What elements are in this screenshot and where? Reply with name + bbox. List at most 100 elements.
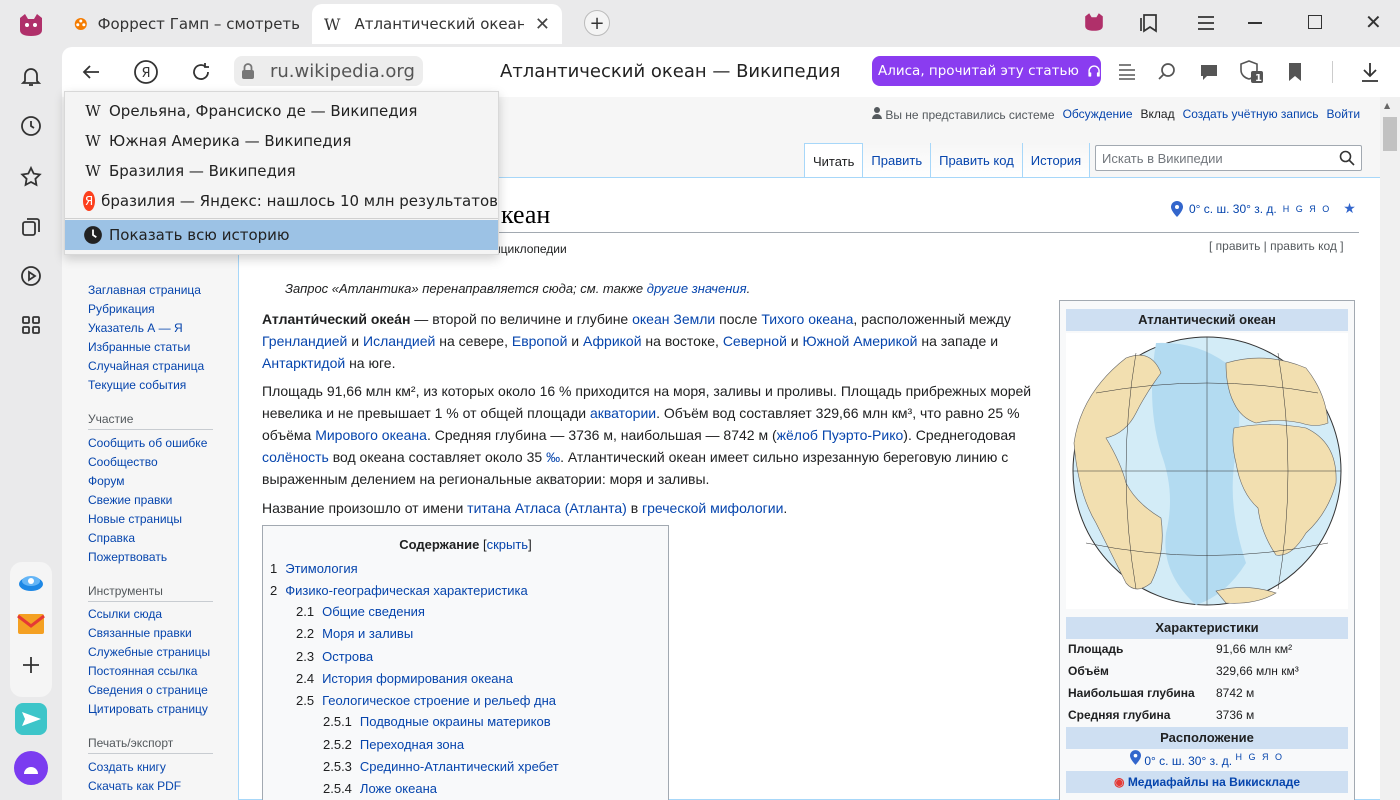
search-page-icon[interactable] [1150,55,1184,89]
wiki-search-input[interactable]: Искать в Википедии [1095,145,1362,171]
nav-recent-changes[interactable]: Свежие правки [88,493,172,507]
toc-item[interactable]: 2.5.2 Переходная зона [323,737,464,752]
apps-grid-icon[interactable] [12,306,50,344]
section-edit-links[interactable]: [ править | править код ] [1209,239,1344,253]
back-arrow-icon[interactable] [74,55,108,89]
notifications-bell-icon[interactable] [12,57,50,95]
mail-icon[interactable] [12,605,50,643]
nav-what-links-here[interactable]: Ссылки сюда [88,607,162,621]
nav-index[interactable]: Указатель А — Я [88,321,183,335]
collections-icon[interactable] [12,208,50,246]
nav-download-pdf[interactable]: Скачать как PDF [88,779,181,793]
profile-avatar-icon[interactable] [1082,10,1110,38]
tab-history[interactable]: История [1022,143,1091,177]
yandex-favicon-icon: Я [83,191,96,211]
nav-divider [88,753,213,754]
toc-item[interactable]: 2.5 Геологическое строение и рельеф дна [296,693,556,708]
nav-create-book[interactable]: Создать книгу [88,760,166,774]
article-body: кеан нциклопедии 0° с. ш. 30° з. д. H G … [238,177,1380,800]
nav-community[interactable]: Сообщество [88,455,158,469]
history-item[interactable]: W Орельяна, Франсиско де — Википедия [65,96,498,126]
greek-myth-link[interactable]: греческой мифологии [642,500,783,516]
toc-item[interactable]: 2.1 Общие сведения [296,604,425,619]
nav-cite-page[interactable]: Цитировать страницу [88,702,208,716]
tab-forrest-gump[interactable]: Форрест Гамп – смотреть [62,4,312,44]
coordinates-link[interactable]: 0° с. ш. 30° з. д. [1189,202,1277,216]
contributions-link[interactable]: Вклад [1141,107,1175,122]
toc-item[interactable]: 2.3 Острова [296,649,373,664]
lock-icon[interactable] [240,62,256,80]
toc-item[interactable]: 2.4 История формирования океана [296,671,513,686]
infobox-coordinates: 0° с. ш. 30° з. д. H G Я O [1066,750,1348,768]
nav-main-page[interactable]: Заглавная страница [88,283,201,297]
infobox-row: Наибольшая глубина 8742 м [1068,686,1255,700]
create-account-link[interactable]: Создать учётную запись [1183,107,1319,122]
nav-forum[interactable]: Форум [88,474,124,488]
tab-edit[interactable]: Править [863,143,932,177]
login-link[interactable]: Войти [1327,107,1361,122]
alice-read-article-button[interactable]: Алиса, прочитай эту статью [872,56,1101,86]
atlas-link[interactable]: титана Атласа (Атланта) [467,500,627,516]
reload-icon[interactable] [184,55,218,89]
personal-tools: Вы не представились системе Обсуждение В… [872,107,1360,122]
nav-print-heading: Печать/экспорт [88,736,174,750]
commons-media-link[interactable]: ◉ Медиафайлы на Викискладе [1066,771,1348,793]
toc-item[interactable]: 2.2 Моря и заливы [296,626,413,641]
nav-new-pages[interactable]: Новые страницы [88,512,182,526]
menu-hamburger-icon[interactable] [1196,14,1216,36]
toc-hide-link[interactable]: скрыть [487,537,529,552]
history-item[interactable]: W Бразилия — Википедия [65,156,498,186]
chat-comment-icon[interactable] [1192,55,1226,89]
scroll-up-arrow-icon[interactable]: ▲ [1384,101,1390,110]
nav-report-error[interactable]: Сообщить об ошибке [88,436,207,450]
toc-item[interactable]: 2.5.4 Ложе океана [323,781,437,796]
talk-link[interactable]: Обсуждение [1063,107,1133,122]
reader-mode-icon[interactable] [1110,55,1144,89]
tab-read[interactable]: Читать [804,143,864,178]
protect-shield-icon[interactable]: 1 [1234,55,1268,89]
tab-close-icon[interactable]: ✕ [535,14,550,35]
toc-item[interactable]: 2 Физико-географическая характеристика [270,583,528,598]
maximize-window-icon[interactable] [1308,15,1322,29]
history-item[interactable]: Ябразилия — Яндекс: нашлось 10 млн резул… [65,186,498,216]
show-all-history-item[interactable]: Показать всю историю [65,220,498,250]
toc-item[interactable]: 2.5.3 Срединно-Атлантический хребет [323,759,559,774]
infobox-map[interactable] [1066,333,1348,609]
tab-edit-code[interactable]: Править код [931,143,1023,177]
nav-categories[interactable]: Рубрикация [88,302,155,316]
add-app-plus-icon[interactable] [12,646,50,684]
history-item[interactable]: W Южная Америка — Википедия [65,126,498,156]
video-play-icon[interactable] [12,257,50,295]
nav-related-changes[interactable]: Связанные правки [88,626,192,640]
alice-assistant-icon[interactable] [12,749,50,787]
bookmarks-star-icon[interactable] [12,158,50,196]
nav-special-pages[interactable]: Служебные страницы [88,645,210,659]
toc-item[interactable]: 2.5.1 Подводные окраины материков [323,714,551,729]
yandex-disk-icon[interactable] [12,564,50,602]
nav-help[interactable]: Справка [88,531,135,545]
nav-page-info[interactable]: Сведения о странице [88,683,208,697]
address-bar[interactable]: ru.wikipedia.org [234,56,423,86]
messenger-icon[interactable] [12,700,50,738]
tab-manager-icon[interactable] [1138,12,1160,38]
dropdown-divider [65,218,498,219]
disambiguation-link[interactable]: другие значения [647,281,747,296]
nav-donate[interactable]: Пожертвовать [88,550,167,564]
nav-current-events[interactable]: Текущие события [88,378,186,392]
new-tab-plus-icon[interactable]: + [584,10,610,36]
minimize-window-icon[interactable] [1248,22,1262,24]
search-icon[interactable] [1339,150,1355,166]
toc-item[interactable]: 1 Этимология [270,561,358,576]
bookmark-icon[interactable] [1278,55,1312,89]
close-window-icon[interactable]: ✕ [1365,10,1382,34]
downloads-icon[interactable] [1353,55,1387,89]
yandex-search-icon[interactable]: Я [129,55,163,89]
tab-atlantic-ocean[interactable]: W Атлантический океан – ✕ [312,4,562,44]
nav-featured[interactable]: Избранные статьи [88,340,190,354]
nav-random[interactable]: Случайная страница [88,359,204,373]
scrollbar-thumb[interactable] [1383,117,1397,151]
history-clock-icon[interactable] [12,107,50,145]
nav-permanent-link[interactable]: Постоянная ссылка [88,664,197,678]
page-scrollbar[interactable]: ▲ [1380,97,1400,800]
browser-profile-icon[interactable] [12,6,50,44]
